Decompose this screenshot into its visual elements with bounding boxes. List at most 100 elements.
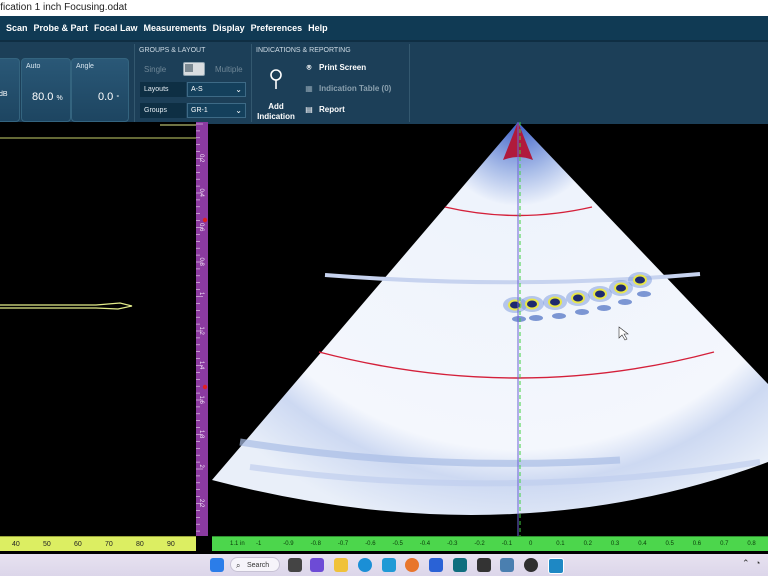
s-scan-panel[interactable]	[212, 122, 768, 536]
index-tick-label: -0.6	[365, 541, 376, 547]
taskbar: ⌕ Search ⌃ ◔	[0, 554, 768, 576]
index-tick-label: 0.3	[610, 541, 620, 547]
single-multiple-toggle[interactable]	[183, 62, 205, 76]
active-app-icon[interactable]	[548, 558, 564, 574]
indication-table-button[interactable]: ▦ Indication Table (0)	[303, 84, 391, 93]
chevron-down-icon: ⌄	[235, 85, 242, 94]
search-icon: ⌕	[236, 561, 241, 570]
dropbox-icon[interactable]	[429, 558, 443, 572]
single-label: Single	[144, 65, 167, 74]
window-title: ification 1 inch Focusing.odat	[0, 2, 127, 13]
depth-tick-label: 1.8	[198, 430, 204, 439]
ruler-marker	[202, 217, 208, 223]
camera-icon: ⌾	[306, 63, 312, 72]
menu-focal-law[interactable]: Focal Law	[94, 23, 138, 33]
menu-preferences[interactable]: Preferences	[251, 23, 303, 33]
a-scan-tick-label: 60	[74, 541, 82, 548]
chevron-up-icon[interactable]: ⌃	[742, 558, 750, 569]
add-indication-button[interactable]: Add Indication	[256, 66, 296, 122]
auto-card[interactable]: Auto 80.0 %	[21, 58, 71, 122]
sector-fan	[212, 122, 768, 515]
add-indication-label: Add Indication	[257, 102, 295, 121]
a-scan-tick-label: 80	[136, 541, 144, 548]
index-tick-label: 0.6	[692, 541, 702, 547]
index-tick-label: -0.9	[283, 541, 294, 547]
depth-tick-label: 1.6	[198, 396, 204, 405]
index-tick-label: 0.4	[638, 541, 647, 547]
layouts-select[interactable]: A-S ⌄	[187, 82, 246, 97]
a-scan-axis-ruler: 40 50 60 70 80 90	[0, 536, 196, 551]
file-explorer-icon[interactable]	[334, 558, 348, 572]
index-tick-label: -0.7	[337, 541, 349, 547]
app-icon[interactable]	[500, 558, 514, 572]
layouts-row: Layouts A-S ⌄	[140, 82, 246, 97]
app-icon[interactable]	[453, 558, 467, 572]
task-view-icon[interactable]	[288, 558, 302, 572]
depth-ruler: 0.20.40.60.811.21.41.61.822.2	[196, 122, 208, 536]
menu-scan[interactable]: Scan	[6, 23, 28, 33]
indication-echo	[637, 291, 651, 297]
depth-tick-label: 0.4	[198, 189, 204, 198]
index-tick-label: -0.2	[474, 541, 485, 547]
indication-echo	[552, 313, 566, 319]
depth-tick-label: 1.2	[198, 327, 204, 336]
menu-measurements[interactable]: Measurements	[144, 23, 207, 33]
index-tick-label: -0.5	[392, 541, 403, 547]
depth-tick-label: 0.8	[198, 258, 204, 267]
index-tick-label: 0.5	[665, 541, 674, 547]
edge-icon[interactable]	[358, 558, 372, 572]
index-ruler-origin-label: 1.1 in	[230, 541, 245, 547]
indication-spot	[548, 296, 562, 308]
teams-icon[interactable]	[310, 558, 324, 572]
indication-echo	[597, 305, 611, 311]
menu-bar: Scan Probe & Part Focal Law Measurements…	[0, 16, 768, 40]
taskbar-search[interactable]: ⌕ Search	[230, 557, 280, 572]
groups-row: Groups GR-1 ⌄	[140, 103, 246, 118]
ribbon-separator	[134, 44, 135, 122]
start-icon[interactable]	[210, 558, 224, 572]
a-scan-tick-label: 90	[167, 541, 175, 548]
index-tick-label: -0.4	[419, 541, 431, 547]
pin-icon	[270, 69, 282, 89]
table-icon: ▦	[305, 84, 313, 93]
window-titlebar: ification 1 inch Focusing.odat	[0, 0, 768, 16]
report-button[interactable]: ▤ Report	[303, 105, 345, 114]
angle-label: Angle	[76, 63, 94, 70]
a-scan-tick-label: 40	[12, 541, 20, 548]
depth-tick-label: 2.2	[198, 499, 204, 508]
angle-card[interactable]: Angle 0.0 °	[71, 58, 129, 122]
groups-layout-title: GROUPS & LAYOUT	[139, 47, 206, 54]
menu-help[interactable]: Help	[308, 23, 328, 33]
ribbon-toolbar: dB Auto 80.0 % Angle 0.0 ° GROUPS & LAYO…	[0, 40, 768, 124]
angle-unit: °	[116, 95, 120, 102]
notion-icon[interactable]	[477, 558, 491, 572]
indications-title: INDICATIONS & REPORTING	[256, 47, 351, 54]
index-tick-label: -0.8	[310, 541, 321, 547]
index-tick-label: -0.1	[501, 541, 513, 547]
gain-card[interactable]: dB	[0, 58, 20, 122]
indication-spot	[571, 292, 585, 304]
edge-dev-icon[interactable]	[382, 558, 396, 572]
print-screen-button[interactable]: ⌾ Print Screen	[303, 63, 367, 73]
clipboard-icon: ▤	[305, 105, 313, 114]
menu-display[interactable]: Display	[213, 23, 245, 33]
index-tick-label: 0.7	[720, 541, 729, 547]
index-tick-label: -0.3	[447, 541, 458, 547]
index-tick-label: 0.2	[583, 541, 592, 547]
report-label: Report	[319, 105, 345, 114]
indication-table-label: Indication Table (0)	[319, 84, 392, 93]
a-scan-panel[interactable]	[0, 122, 196, 536]
gain-unit: dB	[0, 91, 8, 98]
index-tick-label: 0.1	[556, 541, 565, 547]
depth-tick-label: 0.6	[198, 223, 204, 232]
app-icon[interactable]	[524, 558, 538, 572]
multiple-label: Multiple	[215, 65, 243, 74]
network-icon[interactable]: ◔	[755, 558, 760, 568]
groups-select[interactable]: GR-1 ⌄	[187, 103, 246, 118]
menu-probe-part[interactable]: Probe & Part	[34, 23, 89, 33]
ribbon-separator	[409, 44, 410, 122]
firefox-icon[interactable]	[405, 558, 419, 572]
indication-spot	[593, 288, 607, 300]
print-screen-label: Print Screen	[319, 63, 367, 72]
groups-label: Groups	[140, 103, 186, 118]
